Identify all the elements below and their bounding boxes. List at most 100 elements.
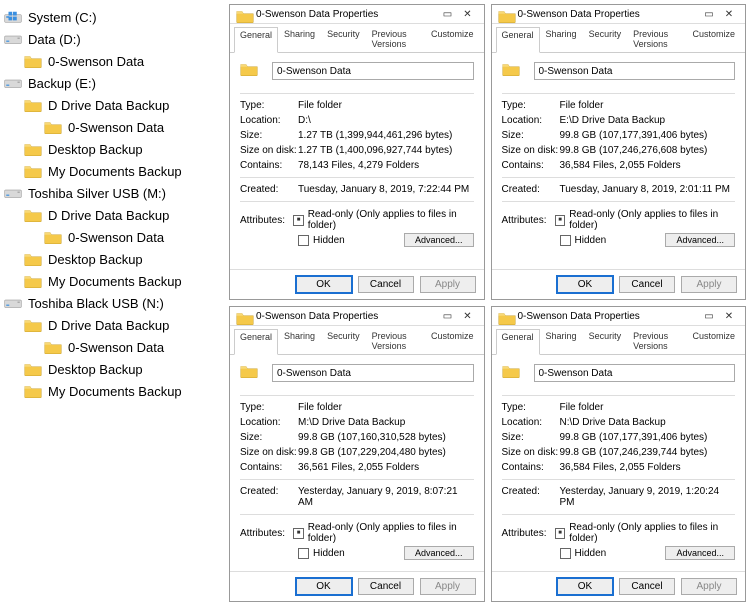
prop-value: E:\D Drive Data Backup [560,115,736,126]
folder-name-input[interactable] [534,62,736,80]
tab-customize[interactable]: Customize [425,26,480,52]
tab-previous-versions[interactable]: Previous Versions [366,328,425,354]
tab-sharing[interactable]: Sharing [278,26,321,52]
folder-name-input[interactable] [534,364,736,382]
tab-security[interactable]: Security [583,328,628,354]
prop-label: Location: [502,115,560,126]
tab-previous-versions[interactable]: Previous Versions [627,26,686,52]
cancel-button[interactable]: Cancel [619,578,675,595]
folder-name-input[interactable] [272,62,474,80]
folder-icon [24,273,42,289]
ok-button[interactable]: OK [296,578,352,595]
readonly-checkbox[interactable] [555,215,565,226]
tree-item[interactable]: System (C:) [4,6,221,28]
tab-general[interactable]: General [234,329,278,355]
maximize-icon[interactable]: ▭ [699,9,719,20]
cancel-button[interactable]: Cancel [619,276,675,293]
label: Attributes: [240,528,293,539]
close-icon[interactable]: ✕ [458,311,478,322]
advanced-button[interactable]: Advanced... [665,233,735,247]
tab-customize[interactable]: Customize [686,328,741,354]
apply-button[interactable]: Apply [681,276,737,293]
dialog-title: 0-Swenson Data Properties [518,9,700,20]
tree-item[interactable]: D Drive Data Backup [4,204,221,226]
tab-customize[interactable]: Customize [686,26,741,52]
tree-item[interactable]: My Documents Backup [4,380,221,402]
hidden-checkbox[interactable] [560,235,571,246]
apply-button[interactable]: Apply [420,578,476,595]
folder-icon [498,310,512,322]
tab-previous-versions[interactable]: Previous Versions [627,328,686,354]
readonly-checkbox[interactable] [293,215,303,226]
apply-button[interactable]: Apply [681,578,737,595]
tab-general[interactable]: General [234,27,278,53]
cancel-button[interactable]: Cancel [358,276,414,293]
maximize-icon[interactable]: ▭ [438,311,458,322]
prop-label: Size: [502,432,560,443]
hidden-label: Hidden [313,548,345,559]
folder-name-input[interactable] [272,364,474,382]
tree-item[interactable]: Data (D:) [4,28,221,50]
tab-security[interactable]: Security [321,328,366,354]
tree-item[interactable]: Backup (E:) [4,72,221,94]
tab-sharing[interactable]: Sharing [278,328,321,354]
tab-general[interactable]: General [496,27,540,53]
tree-item[interactable]: 0-Swenson Data [4,116,221,138]
tree-item[interactable]: 0-Swenson Data [4,226,221,248]
tree-item-label: 0-Swenson Data [68,230,164,245]
tree-item[interactable]: D Drive Data Backup [4,94,221,116]
tab-previous-versions[interactable]: Previous Versions [366,26,425,52]
close-icon[interactable]: ✕ [719,9,739,20]
prop-value: File folder [560,100,736,111]
tree-item[interactable]: Desktop Backup [4,358,221,380]
advanced-button[interactable]: Advanced... [404,546,474,560]
cancel-button[interactable]: Cancel [358,578,414,595]
properties-dialog: 0-Swenson Data Properties▭✕ GeneralSharin… [491,4,747,300]
tree-item-label: System (C:) [28,10,97,25]
tree-item-label: Toshiba Black USB (N:) [28,296,164,311]
disk-system-icon [4,9,22,25]
tree-item[interactable]: Toshiba Silver USB (M:) [4,182,221,204]
prop-label: Size on disk: [502,145,560,156]
tab-bar: GeneralSharingSecurityPrevious VersionsC… [230,24,484,53]
tab-security[interactable]: Security [583,26,628,52]
folder-icon [240,363,264,383]
prop-label: Contains: [240,160,298,171]
tab-sharing[interactable]: Sharing [540,26,583,52]
tab-bar: GeneralSharingSecurityPrevious VersionsC… [492,326,746,355]
tree-item[interactable]: 0-Swenson Data [4,336,221,358]
ok-button[interactable]: OK [557,578,613,595]
ok-button[interactable]: OK [557,276,613,293]
apply-button[interactable]: Apply [420,276,476,293]
hidden-checkbox[interactable] [298,548,309,559]
tree-item-label: 0-Swenson Data [48,54,144,69]
tab-sharing[interactable]: Sharing [540,328,583,354]
prop-value: 99.8 GB (107,177,391,406 bytes) [560,130,736,141]
tab-general[interactable]: General [496,329,540,355]
tree-item[interactable]: 0-Swenson Data [4,50,221,72]
tree-item[interactable]: My Documents Backup [4,270,221,292]
advanced-button[interactable]: Advanced... [665,546,735,560]
hidden-checkbox[interactable] [298,235,309,246]
tab-customize[interactable]: Customize [425,328,480,354]
label: Attributes: [240,215,293,226]
maximize-icon[interactable]: ▭ [699,311,719,322]
tab-security[interactable]: Security [321,26,366,52]
advanced-button[interactable]: Advanced... [404,233,474,247]
maximize-icon[interactable]: ▭ [438,9,458,20]
tree-item[interactable]: My Documents Backup [4,160,221,182]
prop-label: Size: [502,130,560,141]
ok-button[interactable]: OK [296,276,352,293]
hidden-checkbox[interactable] [560,548,571,559]
readonly-checkbox[interactable] [293,528,303,539]
tree-item[interactable]: Desktop Backup [4,248,221,270]
readonly-checkbox[interactable] [555,528,565,539]
tree-item[interactable]: Desktop Backup [4,138,221,160]
tree-item[interactable]: D Drive Data Backup [4,314,221,336]
close-icon[interactable]: ✕ [458,9,478,20]
prop-value: Yesterday, January 9, 2019, 1:20:24 PM [560,486,736,508]
properties-dialog: 0-Swenson Data Properties▭✕GeneralSharin… [229,4,485,300]
close-icon[interactable]: ✕ [719,311,739,322]
prop-value: 99.8 GB (107,229,204,480 bytes) [298,447,474,458]
tree-item[interactable]: Toshiba Black USB (N:) [4,292,221,314]
